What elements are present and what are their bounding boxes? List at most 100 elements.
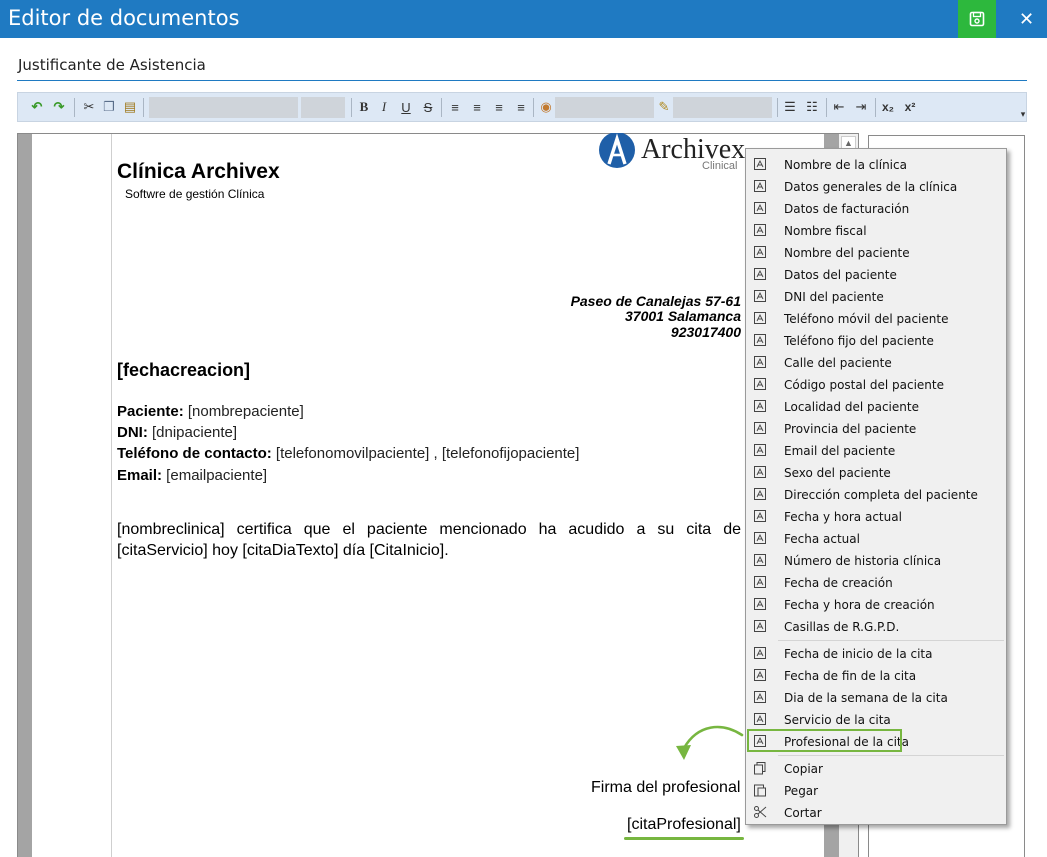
context-menu-separator [778,755,1004,756]
strikethrough-icon[interactable]: S [419,98,437,116]
context-menu-item[interactable]: Código postal del paciente [746,374,1006,396]
context-menu-item[interactable]: Teléfono fijo del paciente [746,330,1006,352]
context-menu-item[interactable]: Nombre del paciente [746,242,1006,264]
bold-icon[interactable]: B [355,98,373,116]
font-family-select[interactable] [149,97,298,118]
insert-field-icon [753,690,767,704]
decrease-indent-icon[interactable]: ⇤ [830,98,848,116]
context-menu-item[interactable]: Teléfono móvil del paciente [746,308,1006,330]
context-menu-item[interactable]: Copiar [746,758,1006,780]
insert-field-icon [753,646,767,660]
align-justify-icon[interactable]: ≡ [512,98,530,116]
context-menu-item[interactable]: DNI del paciente [746,286,1006,308]
context-menu-item[interactable]: Provincia del paciente [746,418,1006,440]
save-button[interactable] [958,0,996,38]
context-menu-item[interactable]: Fecha y hora actual [746,506,1006,528]
context-menu-item[interactable]: Dirección completa del paciente [746,484,1006,506]
toolbar-overflow-icon[interactable]: ▾ [1014,105,1032,123]
context-menu-item-label: Sexo del paciente [784,466,891,480]
undo-icon[interactable]: ↶ [28,98,46,116]
bullet-list-icon[interactable]: ☰ [781,98,799,116]
insert-field-icon [753,553,767,567]
context-menu-item-label: Datos del paciente [784,268,897,282]
insert-field-icon [753,399,767,413]
context-menu-item-label: Email del paciente [784,444,896,458]
align-center-icon[interactable]: ≡ [468,98,486,116]
context-menu-item[interactable]: Fecha de inicio de la cita [746,643,1006,665]
paste-icon[interactable]: ▤ [121,98,139,116]
archivex-logo [599,133,635,168]
numbered-list-icon[interactable]: ☷ [803,98,821,116]
underline-icon[interactable]: U [397,98,415,116]
context-menu-item[interactable]: Número de historia clínica [746,550,1006,572]
context-menu-item[interactable]: Dia de la semana de la cita [746,687,1006,709]
context-menu-item[interactable]: Nombre de la clínica [746,154,1006,176]
patient-field: Paciente: [nombrepaciente] [117,403,304,420]
window-title: Editor de documentos [8,6,240,30]
close-icon: ✕ [1018,8,1035,30]
redo-icon[interactable]: ↷ [50,98,68,116]
address-line: Paseo de Canalejas 57-61 [570,293,741,309]
context-menu-item-label: Nombre fiscal [784,224,867,238]
insert-field-icon [753,245,767,259]
subscript-icon[interactable]: x₂ [879,98,897,116]
annotation-arrow-icon [676,725,744,760]
highlight-color-select[interactable] [673,97,772,118]
context-menu-item[interactable]: Fecha actual [746,528,1006,550]
context-menu-item-label: Datos de facturación [784,202,910,216]
context-menu-item[interactable]: Nombre fiscal [746,220,1006,242]
copy-icon[interactable]: ❐ [100,98,118,116]
formatting-toolbar: ↶ ↷ ✂ ❐ ▤ B I U S ≡ ≡ ≡ ≡ ◉ ✎ ☰ ☷ ⇤ ⇥ x₂… [17,92,1027,122]
clinic-name: Clínica Archivex [117,160,280,183]
insert-field-icon [753,333,767,347]
insert-field-icon [753,443,767,457]
align-right-icon[interactable]: ≡ [490,98,508,116]
context-menu-item-label: Teléfono móvil del paciente [784,312,949,326]
insert-field-icon [753,597,767,611]
context-menu-item-label: Fecha de creación [784,576,893,590]
insert-field-icon [753,201,767,215]
context-menu-item[interactable]: Calle del paciente [746,352,1006,374]
font-size-select[interactable] [301,97,345,118]
insert-field-icon [753,289,767,303]
context-menu-item[interactable]: Sexo del paciente [746,462,1006,484]
context-menu-item-label: Localidad del paciente [784,400,919,414]
context-menu-item-label: Calle del paciente [784,356,892,370]
context-menu-item[interactable]: Datos del paciente [746,264,1006,286]
superscript-icon[interactable]: x² [901,98,919,116]
context-menu-item[interactable]: Fecha de creación [746,572,1006,594]
context-menu-item-label: Dirección completa del paciente [784,488,978,502]
context-menu-item[interactable]: Fecha de fin de la cita [746,665,1006,687]
context-menu-item-label: Fecha actual [784,532,860,546]
context-menu-item[interactable]: Email del paciente [746,440,1006,462]
context-menu-item[interactable]: Cortar [746,802,1006,824]
insert-field-icon [753,575,767,589]
context-menu-item-label: Fecha de fin de la cita [784,669,917,683]
palette-icon[interactable]: ◉ [537,98,555,116]
context-menu-item-label: Copiar [784,762,823,776]
context-menu-item-label: Teléfono fijo del paciente [784,334,934,348]
email-field: Email: [emailpaciente] [117,467,268,484]
signature-label: Firma del profesional [591,779,741,796]
insert-field-icon [753,619,767,633]
context-menu-item[interactable]: Casillas de R.G.P.D. [746,616,1006,638]
close-button[interactable]: ✕ [1006,0,1047,38]
context-menu-item[interactable]: Fecha y hora de creación [746,594,1006,616]
text-color-select[interactable] [555,97,654,118]
insert-field-context-menu: Nombre de la clínica Datos generales de l… [745,148,1007,825]
context-menu-item[interactable]: Datos generales de la clínica [746,176,1006,198]
context-menu-item[interactable]: Localidad del paciente [746,396,1006,418]
context-menu-item[interactable]: Pegar [746,780,1006,802]
insert-field-icon [753,712,767,726]
context-menu-item-label: Número de historia clínica [784,554,942,568]
italic-icon[interactable]: I [375,98,393,116]
highlighter-icon[interactable]: ✎ [655,98,673,116]
title-bar: Editor de documentos ✕ [0,0,1047,38]
clinic-subtitle: Softwre de gestión Clínica [125,187,265,201]
increase-indent-icon[interactable]: ⇥ [852,98,870,116]
align-left-icon[interactable]: ≡ [446,98,464,116]
signature-field-underline [624,837,744,840]
cut-icon[interactable]: ✂ [80,98,98,116]
context-menu-item[interactable]: Servicio de la cita [746,709,1006,731]
context-menu-item[interactable]: Datos de facturación [746,198,1006,220]
